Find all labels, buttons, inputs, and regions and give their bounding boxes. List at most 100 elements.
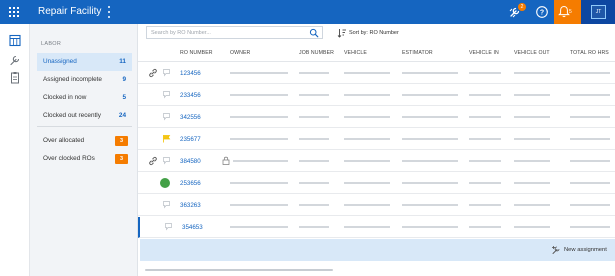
table-row-selected[interactable]: 354653 [138, 217, 615, 238]
total-ro-hrs-placeholder [570, 182, 610, 184]
owner-placeholder [230, 204, 288, 206]
more-vertical-icon[interactable] [106, 5, 112, 19]
alert-count-badge: 3 [115, 154, 128, 164]
status-dot-icon [160, 178, 170, 188]
owner-placeholder [230, 72, 288, 74]
labor-item-label: Unassigned [43, 58, 77, 65]
link-icon [149, 68, 157, 78]
vehicle-in-placeholder [469, 72, 501, 74]
labor-item-count: 24 [118, 112, 126, 119]
column-header-vehicle[interactable]: VEHICLE [344, 50, 367, 57]
table-row[interactable]: 384580 [138, 151, 615, 172]
app-title: Repair Facility [38, 6, 102, 17]
vehicle-placeholder [344, 182, 390, 184]
job-number-placeholder [299, 138, 329, 140]
ro-number-link[interactable]: 233456 [180, 92, 201, 100]
comment-icon [163, 69, 170, 77]
labor-item-assigned-incomplete[interactable]: Assigned incomplete 9 [37, 71, 132, 89]
labor-item-over-clocked-ros[interactable]: Over clocked ROs 3 [37, 150, 132, 168]
lock-icon [222, 156, 230, 165]
total-ro-hrs-placeholder [570, 116, 610, 118]
column-header-ro-number[interactable]: RO NUMBER [180, 50, 213, 57]
vehicle-out-placeholder [514, 138, 550, 140]
column-header-job-number[interactable]: JOB NUMBER [299, 50, 334, 57]
board-icon[interactable] [5, 34, 25, 48]
labor-item-label: Over clocked ROs [43, 155, 95, 162]
job-number-placeholder [299, 204, 329, 206]
table-row[interactable]: 253656 [138, 173, 615, 194]
vehicle-placeholder [344, 138, 390, 140]
search-icon[interactable] [309, 28, 319, 38]
avatar[interactable]: JT [591, 5, 606, 19]
ro-number-link[interactable]: 253656 [180, 180, 201, 188]
estimator-placeholder [402, 116, 458, 118]
alert-count-badge: 3 [115, 136, 128, 146]
table-row[interactable]: 342556 [138, 107, 615, 128]
column-header-owner[interactable]: OWNER [230, 50, 250, 57]
table-row[interactable]: 123456 [138, 63, 615, 84]
job-number-placeholder [299, 226, 329, 228]
vehicle-in-placeholder [469, 138, 501, 140]
column-header-vehicle-in[interactable]: VEHICLE IN [469, 50, 499, 57]
labor-item-clocked-in-now[interactable]: Clocked in now 5 [37, 89, 132, 107]
total-ro-hrs-placeholder [570, 94, 610, 96]
estimator-placeholder [402, 160, 458, 162]
job-number-placeholder [299, 160, 329, 162]
ro-number-link[interactable]: 363263 [180, 202, 201, 210]
labor-item-unassigned[interactable]: Unassigned 11 [37, 53, 132, 71]
vehicle-in-placeholder [469, 94, 501, 96]
ro-number-link[interactable]: 354653 [182, 224, 203, 232]
help-icon[interactable]: ? [535, 5, 549, 19]
estimator-placeholder [402, 204, 458, 206]
vehicle-out-placeholder [514, 226, 550, 228]
column-header-estimator[interactable]: ESTIMATOR [402, 50, 433, 57]
estimator-placeholder [402, 226, 458, 228]
owner-placeholder [233, 160, 288, 162]
job-number-placeholder [299, 116, 329, 118]
ro-number-link[interactable]: 123456 [180, 70, 201, 78]
alerts-button[interactable] [554, 0, 581, 24]
ro-number-link[interactable]: 235677 [180, 136, 201, 144]
labor-item-label: Clocked out recently [43, 112, 101, 119]
labor-title: LABOR [41, 41, 62, 47]
wrench-add-icon[interactable] [551, 245, 561, 255]
vehicle-placeholder [344, 204, 390, 206]
top-bar: Repair Facility 2 ? [0, 0, 615, 24]
estimator-placeholder [402, 72, 458, 74]
estimator-placeholder [402, 138, 458, 140]
new-assignment-button[interactable]: New assignment [564, 246, 607, 254]
clipboard-icon[interactable] [5, 71, 25, 85]
job-number-placeholder [299, 182, 329, 184]
table-row[interactable]: 363263 [138, 195, 615, 216]
vehicle-out-placeholder [514, 116, 550, 118]
comment-icon [163, 113, 170, 121]
table-header: RO NUMBER OWNER JOB NUMBER VEHICLE ESTIM… [138, 44, 615, 62]
vehicle-in-placeholder [469, 226, 501, 228]
owner-placeholder [230, 94, 288, 96]
sort-icon [337, 29, 346, 38]
column-header-vehicle-out[interactable]: VEHICLE OUT [514, 50, 550, 57]
total-ro-hrs-placeholder [570, 160, 610, 162]
labor-item-clocked-out-recently[interactable]: Clocked out recently 24 [37, 107, 132, 125]
notification-count-badge: 2 [518, 3, 526, 11]
horizontal-scrollbar[interactable] [145, 269, 333, 271]
column-header-total-ro-hrs[interactable]: TOTAL RO HRS [570, 50, 609, 57]
apps-grid-icon[interactable] [8, 6, 20, 18]
labor-item-over-allocated[interactable]: Over allocated 3 [37, 132, 132, 150]
link-icon [149, 156, 157, 166]
vehicle-placeholder [344, 116, 390, 118]
search-input[interactable] [151, 29, 301, 37]
labor-item-count: 9 [122, 76, 126, 83]
vehicle-out-placeholder [514, 160, 550, 162]
table-row[interactable]: 233456 [138, 85, 615, 106]
ro-number-link[interactable]: 342556 [180, 114, 201, 122]
owner-placeholder [230, 226, 288, 228]
wrench-icon[interactable] [5, 53, 25, 67]
comment-icon [163, 157, 170, 165]
job-number-placeholder [299, 94, 329, 96]
ro-number-link[interactable]: 384580 [180, 158, 201, 166]
new-assignment-bar: New assignment [140, 239, 615, 261]
svg-text:?: ? [540, 10, 544, 17]
table-row[interactable]: 235677 [138, 129, 615, 150]
total-ro-hrs-placeholder [570, 226, 610, 228]
